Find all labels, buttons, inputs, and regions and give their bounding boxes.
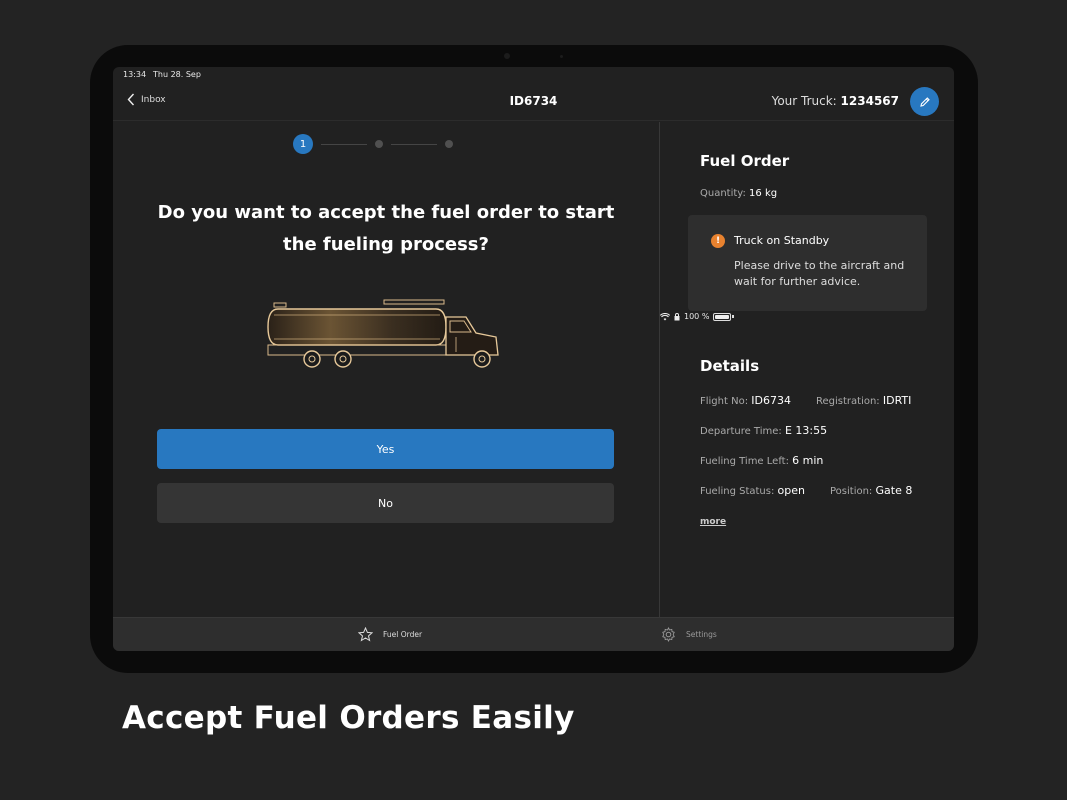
confirmation-question: Do you want to accept the fuel order to …	[157, 202, 615, 255]
warning-icon: !	[711, 234, 725, 248]
step-connector	[321, 143, 367, 145]
app-screen: 13:34 Thu 28. Sep 100 % Inbox ID6734 You…	[113, 67, 954, 651]
tab-settings[interactable]: Settings	[661, 627, 717, 642]
flight-label: Flight No:	[700, 396, 749, 407]
position-label: Position:	[830, 486, 873, 497]
truck-id: 1234567	[840, 94, 899, 108]
status-date: Thu 28. Sep	[153, 70, 201, 79]
marketing-caption: Accept Fuel Orders Easily	[122, 700, 575, 736]
edit-button[interactable]	[910, 87, 939, 116]
side-panel: Fuel Order Quantity: 16 kg ! Truck on St…	[660, 122, 954, 617]
departure-label: Departure Time:	[700, 426, 782, 437]
main-panel: 1 Do you want to accept the fuel order t…	[113, 122, 659, 617]
time-left-row: Fueling Time Left: 6 min	[700, 454, 823, 467]
standby-alert: ! Truck on Standby Please drive to the a…	[688, 215, 927, 311]
tab-fuel-order[interactable]: Fuel Order	[358, 627, 422, 642]
quantity-value: 16 kg	[749, 188, 778, 199]
yes-button[interactable]: Yes	[157, 429, 614, 469]
departure-row: Departure Time: E 13:55	[700, 424, 827, 437]
quantity-row: Quantity: 16 kg	[700, 188, 777, 199]
registration-row: Registration: IDRTI	[816, 394, 911, 407]
camera-icon	[504, 53, 510, 59]
no-button[interactable]: No	[157, 483, 614, 523]
step-2	[375, 140, 383, 148]
details-title: Details	[700, 357, 760, 375]
step-1-active: 1	[293, 134, 313, 154]
fuel-truck-illustration	[267, 299, 499, 368]
alert-title: Truck on Standby	[734, 234, 830, 247]
nav-bar: Inbox ID6734 Your Truck: 1234567	[113, 83, 954, 121]
time-left-value: 6 min	[792, 454, 824, 467]
quantity-label: Quantity:	[700, 188, 746, 199]
time-left-label: Fueling Time Left:	[700, 456, 789, 467]
sensor-icon	[560, 55, 563, 58]
star-icon	[358, 627, 373, 642]
tab-fuel-order-label: Fuel Order	[383, 630, 423, 639]
registration-value: IDRTI	[882, 394, 912, 407]
step-3	[445, 140, 453, 148]
status-row: Fueling Status: open	[700, 484, 805, 497]
truck-info: Your Truck: 1234567	[772, 94, 899, 108]
fuel-order-title: Fuel Order	[700, 152, 790, 170]
status-value: open	[777, 484, 805, 497]
marketing-stage: 13:34 Thu 28. Sep 100 % Inbox ID6734 You…	[0, 0, 1067, 800]
status-bar: 13:34 Thu 28. Sep 100 %	[113, 67, 954, 321]
departure-value: E 13:55	[784, 424, 828, 437]
tab-bar: Fuel Order Settings	[113, 617, 954, 651]
flight-row: Flight No: ID6734	[700, 394, 791, 407]
position-value: Gate 8	[875, 484, 913, 497]
status-time: 13:34	[123, 70, 147, 79]
position-row: Position: Gate 8	[830, 484, 912, 497]
truck-label: Your Truck:	[771, 94, 837, 108]
tab-settings-label: Settings	[686, 630, 717, 639]
flight-value: ID6734	[751, 394, 791, 407]
registration-label: Registration:	[816, 396, 880, 407]
progress-stepper: 1	[293, 134, 453, 154]
pencil-icon	[919, 96, 930, 107]
more-link[interactable]: more	[700, 517, 726, 527]
alert-text: Please drive to the aircraft and wait fo…	[734, 259, 905, 288]
status-label: Fueling Status:	[700, 486, 775, 497]
gear-icon	[662, 627, 675, 642]
step-connector	[391, 143, 437, 145]
